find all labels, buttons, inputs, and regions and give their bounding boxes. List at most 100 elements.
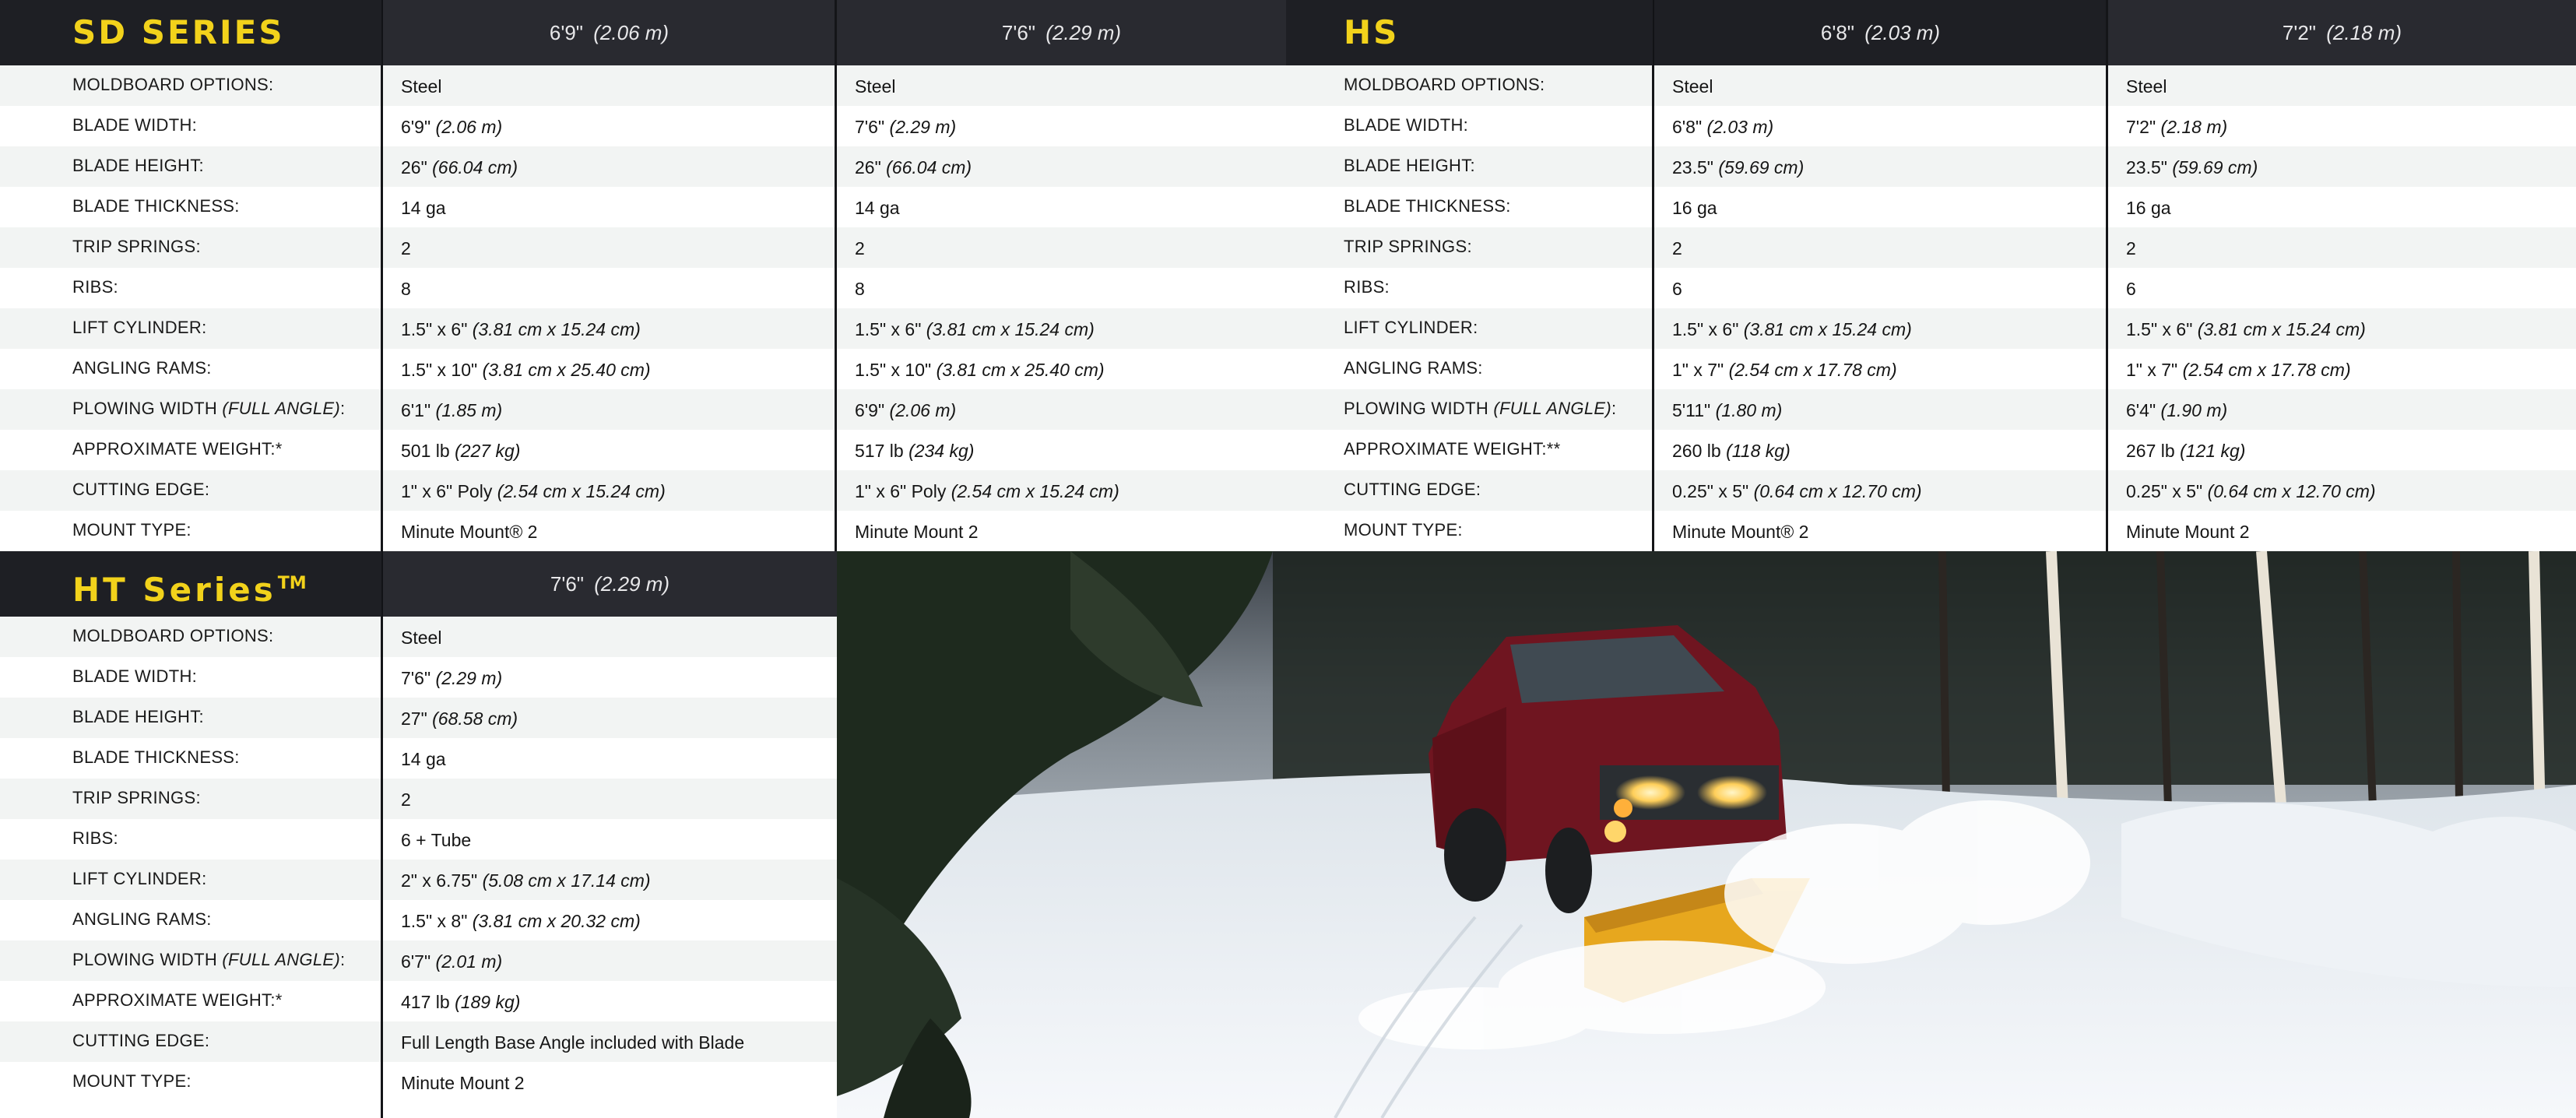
divider-sd-col [835,0,837,551]
spec-value-main: 1.5" x 10" [855,360,932,380]
sd-series-header: SD SERIES 6'9" (2.06 m) 7'6" (2.29 m) [0,0,1286,65]
hs-series-header: HS 6'8" (2.03 m) 7'2" (2.18 m) [1286,0,2576,65]
spec-value-main: 0.25" x 5" [1672,481,1749,501]
spec-value-metric: (5.08 cm x 17.14 cm) [482,870,651,891]
spec-value: 23.5" (59.69 cm) [2126,146,2258,187]
spec-value: 1.5" x 10" (3.81 cm x 25.40 cm) [855,349,1105,389]
spec-value-main: 6 + Tube [401,830,472,850]
spec-label: TRIP SPRINGS: [72,227,201,268]
spec-value-main: 6'9" [401,117,431,137]
spec-value-main: 14 ga [401,749,446,769]
spec-row: PLOWING WIDTH (FULL ANGLE): 6'1" (1.85 m)… [0,389,1286,430]
spec-value-metric: (3.81 cm x 25.40 cm) [936,360,1105,380]
spec-label: PLOWING WIDTH (FULL ANGLE): [72,389,345,430]
spec-label-text: APPROXIMATE WEIGHT:* [72,990,283,1010]
spec-value-main: 16 ga [1672,198,1717,218]
spec-value-main: 2 [1672,238,1682,258]
spec-value: 16 ga [1672,187,1717,227]
spec-value: 0.25" x 5" (0.64 cm x 12.70 cm) [1672,470,1922,511]
spec-label: PLOWING WIDTH (FULL ANGLE): [1344,389,1616,430]
spec-label-text: TRIP SPRINGS: [72,788,201,807]
spec-value-main: 23.5" [2126,157,2167,178]
spec-label: BLADE WIDTH: [72,657,197,698]
trademark-mark: TM [277,574,307,593]
spec-value-main: 27" [401,708,427,729]
spec-label: BLADE THICKNESS: [1344,187,1511,227]
spec-value-metric: (66.04 cm) [886,157,972,178]
spec-label-text: BLADE THICKNESS: [72,747,240,767]
spec-label: BLADE WIDTH: [72,106,197,146]
spec-label-text: BLADE WIDTH: [1344,115,1469,135]
spec-value: 1" x 7" (2.54 cm x 17.78 cm) [1672,349,1897,389]
spec-value: 26" (66.04 cm) [855,146,972,187]
spec-value-main: Minute Mount 2 [855,522,979,542]
spec-value-main: 2 [401,789,411,810]
spec-row: APPROXIMATE WEIGHT:* 417 lb (189 kg) [0,981,837,1021]
spec-value-main: 6'4" [2126,400,2156,420]
spec-row: BLADE THICKNESS: 14 ga 14 ga [0,187,1286,227]
spec-row: BLADE THICKNESS: 16 ga 16 ga [1286,187,2576,227]
spec-value: 2 [855,227,865,268]
spec-value-main: 1.5" x 10" [401,360,478,380]
spec-value-metric: (2.03 m) [1706,117,1774,137]
spec-row: PLOWING WIDTH (FULL ANGLE): 6'7" (2.01 m) [0,940,837,981]
spec-value-main: 0.25" x 5" [2126,481,2203,501]
spec-value: 23.5" (59.69 cm) [1672,146,1804,187]
spec-label: MOLDBOARD OPTIONS: [1344,65,1545,106]
spec-value-metric: (121 kg) [2180,441,2246,461]
spec-value-main: Steel [401,628,442,648]
spec-value: 2" x 6.75" (5.08 cm x 17.14 cm) [401,860,651,900]
spec-label-italic: (FULL ANGLE) [222,399,340,418]
spec-value: 6 [2126,268,2136,308]
spec-value-main: 6 [2126,279,2136,299]
spec-value-main: 1" x 7" [2126,360,2178,380]
spec-label: MOLDBOARD OPTIONS: [72,65,273,106]
ht-col-header-1: 7'6" (2.29 m) [381,551,837,617]
spec-value-main: 6'1" [401,400,431,420]
spec-label-text: ANGLING RAMS: [72,909,212,929]
spec-label-text: BLADE HEIGHT: [72,156,204,175]
spec-value: 6'7" (2.01 m) [401,940,502,981]
spec-row: MOLDBOARD OPTIONS: Steel Steel [0,65,1286,106]
spec-label-text: MOUNT TYPE: [1344,520,1463,540]
spec-value: 26" (66.04 cm) [401,146,518,187]
hs-col-header-2-main: 7'2" [2282,21,2317,44]
spec-row: LIFT CYLINDER: 2" x 6.75" (5.08 cm x 17.1… [0,860,837,900]
spec-value-main: 23.5" [1672,157,1713,178]
spec-row: LIFT CYLINDER: 1.5" x 6" (3.81 cm x 15.24… [1286,308,2576,349]
ht-series-title: HT SeriesTM [0,551,381,617]
spec-value: 7'6" (2.29 m) [401,657,502,698]
spec-value: 2 [2126,227,2136,268]
spec-value: Minute Mount 2 [855,511,979,551]
spec-row: BLADE WIDTH: 7'6" (2.29 m) [0,657,837,698]
hs-col-header-1-metric: (2.03 m) [1864,21,1941,44]
spec-row: ANGLING RAMS: 1" x 7" (2.54 cm x 17.78 cm… [1286,349,2576,389]
spec-value: 1.5" x 10" (3.81 cm x 25.40 cm) [401,349,651,389]
divider-hs-label [1652,65,1654,551]
spec-row: BLADE THICKNESS: 14 ga [0,738,837,779]
ht-series-spec-table: HT SeriesTM 7'6" (2.29 m) MOLDBOARD OPTI… [0,551,837,1118]
spec-value: 517 lb (234 kg) [855,430,974,470]
spec-value: Minute Mount® 2 [1672,511,1808,551]
spec-value-main: 2" x 6.75" [401,870,478,891]
spec-value-main: 260 lb [1672,441,1721,461]
spec-value: 7'2" (2.18 m) [2126,106,2227,146]
spec-value: 1.5" x 6" (3.81 cm x 15.24 cm) [2126,308,2366,349]
spec-label: RIBS: [72,819,118,860]
spec-value-metric: (2.06 m) [889,400,957,420]
spec-row: ANGLING RAMS: 1.5" x 8" (3.81 cm x 20.32 … [0,900,837,940]
spec-row: RIBS: 6 + Tube [0,819,837,860]
spec-label: BLADE HEIGHT: [72,146,204,187]
spec-label: CUTTING EDGE: [1344,470,1481,511]
hs-col-header-2-metric: (2.18 m) [2326,21,2402,44]
divider-sd-label [381,65,383,551]
spec-row: BLADE WIDTH: 6'8" (2.03 m) 7'2" (2.18 m) [1286,106,2576,146]
spec-label: MOLDBOARD OPTIONS: [72,617,273,657]
spec-label: APPROXIMATE WEIGHT:** [1344,430,1561,470]
spec-row: TRIP SPRINGS: 2 2 [1286,227,2576,268]
spec-row: BLADE HEIGHT: 27" (68.58 cm) [0,698,837,738]
spec-value: Full Length Base Angle included with Bla… [401,1021,744,1062]
spec-label: RIBS: [72,268,118,308]
spec-value-main: 6 [1672,279,1682,299]
spec-value-main: 5'11" [1672,400,1711,420]
